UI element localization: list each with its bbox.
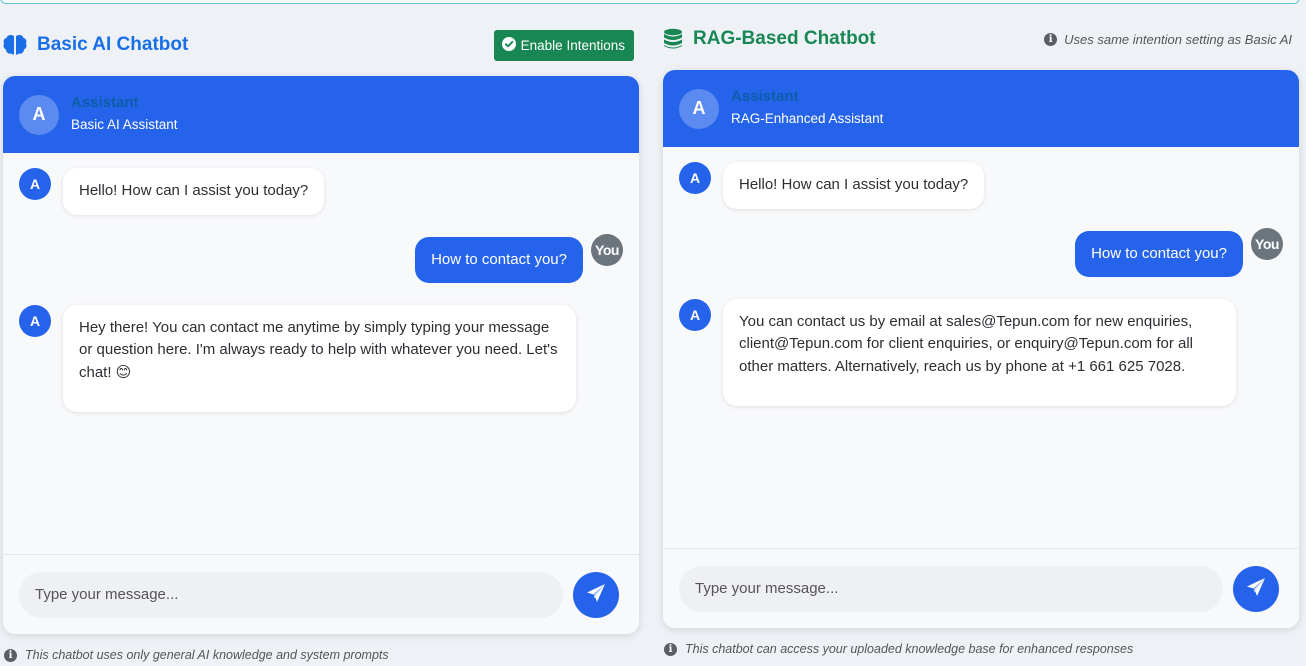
rag-message-list[interactable]: A Hello! How can I assist you today? How… — [663, 147, 1299, 548]
rag-chat-window: A Assistant RAG-Enhanced Assistant A Hel… — [663, 70, 1299, 628]
intent-setting-note: i Uses same intention setting as Basic A… — [1044, 32, 1297, 47]
basic-chat-window: A Assistant Basic AI Assistant A Hello! … — [3, 76, 639, 634]
info-icon: i — [4, 648, 17, 662]
rag-message-input[interactable] — [679, 565, 1223, 612]
intent-setting-note-text: Uses same intention setting as Basic AI — [1064, 31, 1292, 47]
rag-chatbot-header: RAG-Based Chatbot i Uses same intention … — [663, 22, 1299, 56]
user-message-bubble: How to contact you? — [415, 236, 583, 283]
assistant-avatar: A — [679, 88, 719, 129]
basic-chat-header: A Assistant Basic AI Assistant — [3, 76, 639, 153]
user-avatar: You — [1251, 227, 1283, 260]
basic-composer — [3, 554, 639, 634]
basic-chatbot-header: Basic AI Chatbot Enable Intentions — [3, 28, 639, 62]
bot-avatar: A — [19, 304, 51, 337]
message-bot: A Hello! How can I assist you today? — [19, 168, 623, 215]
user-message-bubble: How to contact you? — [1075, 230, 1243, 277]
enable-intentions-label: Enable Intentions — [520, 37, 625, 53]
basic-message-list[interactable]: A Hello! How can I assist you today? How… — [3, 153, 639, 554]
message-user: How to contact you? You — [679, 227, 1283, 277]
top-banner-edge — [0, 0, 1300, 4]
basic-footnote: i This chatbot uses only general AI know… — [3, 648, 639, 662]
basic-chatbot-column: Basic AI Chatbot Enable Intentions A Ass… — [3, 28, 639, 662]
rag-chatbot-title-text: RAG-Based Chatbot — [693, 28, 876, 49]
bot-message-bubble: Hey there! You can contact me anytime by… — [63, 304, 576, 412]
rag-chatbot-column: RAG-Based Chatbot i Uses same intention … — [663, 22, 1299, 656]
bot-message-bubble: Hello! How can I assist you today? — [723, 162, 985, 209]
bot-message-bubble: Hello! How can I assist you today? — [63, 168, 325, 215]
rag-footnote-text: This chatbot can access your uploaded kn… — [685, 642, 1134, 656]
bot-message-bubble: You can contact us by email at sales@Tep… — [723, 298, 1236, 406]
rag-chatbot-title: RAG-Based Chatbot — [663, 28, 876, 50]
assistant-subtitle: RAG-Enhanced Assistant — [731, 110, 884, 126]
brain-icon — [3, 34, 27, 56]
assistant-name: Assistant — [731, 87, 799, 105]
basic-footnote-text: This chatbot uses only general AI knowle… — [25, 648, 389, 662]
user-avatar: You — [591, 233, 623, 266]
basic-chatbot-title: Basic AI Chatbot — [3, 34, 188, 56]
rag-composer — [663, 548, 1299, 628]
message-user: How to contact you? You — [19, 233, 623, 283]
assistant-name: Assistant — [71, 93, 139, 111]
assistant-subtitle: Basic AI Assistant — [71, 116, 178, 132]
assistant-avatar: A — [19, 94, 59, 135]
enable-intentions-button[interactable]: Enable Intentions — [493, 29, 634, 61]
message-bot: A Hello! How can I assist you today? — [679, 162, 1283, 209]
database-icon — [663, 28, 683, 50]
paper-plane-icon — [586, 583, 606, 606]
check-circle-icon — [501, 36, 516, 54]
rag-footnote: i This chatbot can access your uploaded … — [663, 642, 1299, 656]
basic-message-input[interactable] — [19, 571, 563, 618]
rag-chat-header: A Assistant RAG-Enhanced Assistant — [663, 70, 1299, 147]
message-bot: A Hey there! You can contact me anytime … — [19, 304, 623, 412]
message-bot: A You can contact us by email at sales@T… — [679, 298, 1283, 406]
rag-send-button[interactable] — [1233, 565, 1279, 612]
basic-chatbot-title-text: Basic AI Chatbot — [37, 34, 189, 55]
info-icon: i — [1044, 32, 1058, 46]
info-icon: i — [664, 642, 677, 656]
paper-plane-icon — [1246, 577, 1266, 600]
bot-avatar: A — [679, 298, 711, 331]
basic-send-button[interactable] — [573, 571, 619, 618]
bot-avatar: A — [679, 162, 711, 194]
bot-avatar: A — [19, 168, 51, 200]
